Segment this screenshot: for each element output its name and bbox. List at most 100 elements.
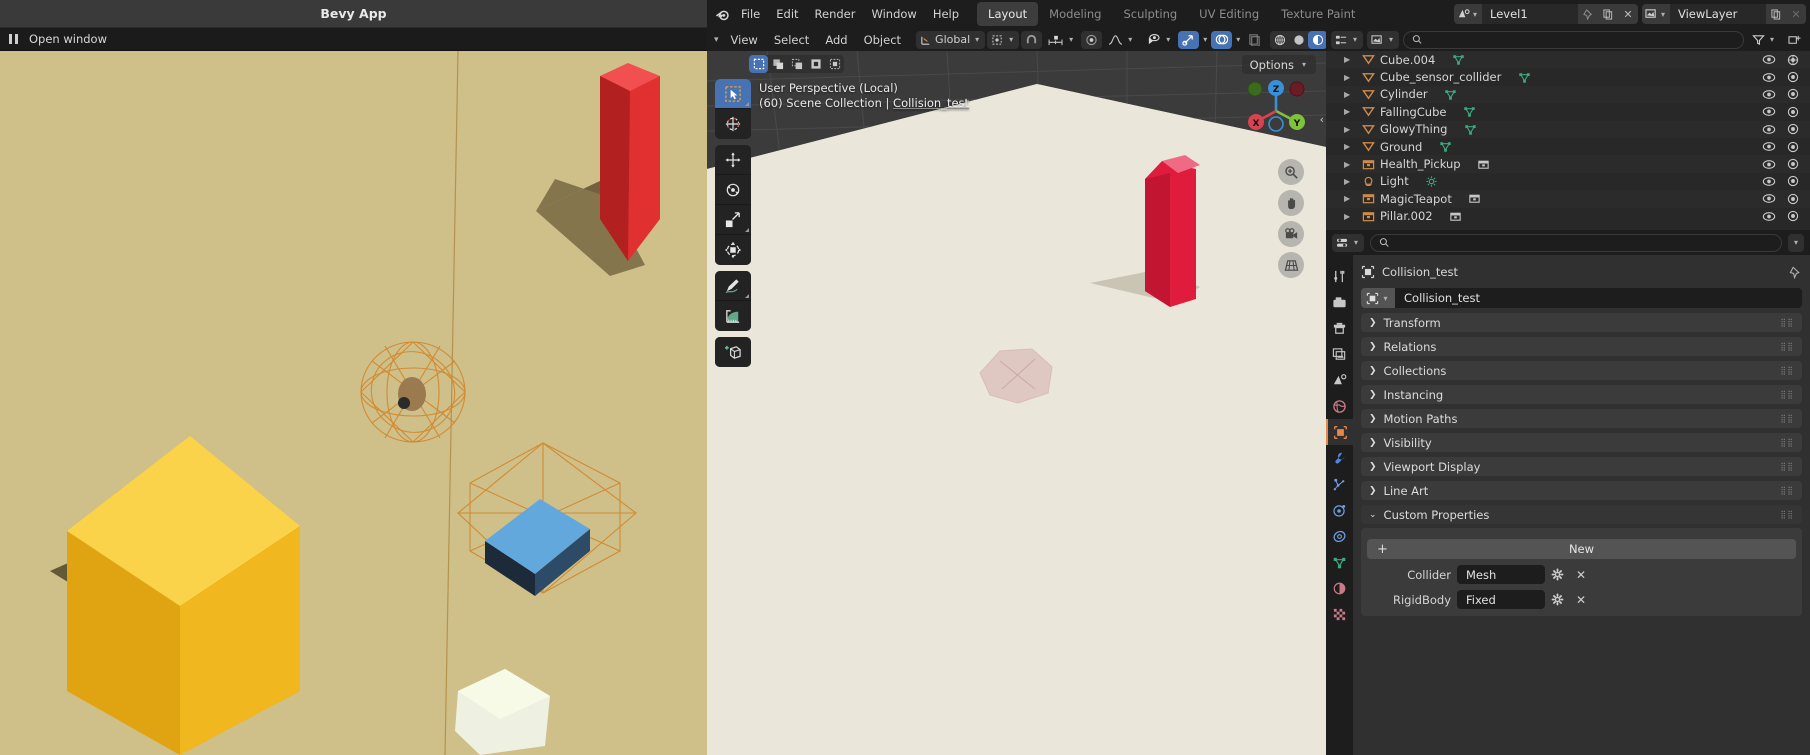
x-icon[interactable]: ✕ xyxy=(1573,568,1589,582)
snap-toggle[interactable] xyxy=(1021,30,1043,49)
pause-icon[interactable] xyxy=(8,33,20,45)
snap-increment-icon[interactable]: ▾ xyxy=(1044,31,1079,49)
outliner-row-cube-004[interactable]: ▶ Cube.004 xyxy=(1326,51,1810,69)
x-icon[interactable]: ✕ xyxy=(1573,593,1589,607)
render-camera-icon[interactable] xyxy=(1786,175,1800,187)
vp-menu-object[interactable]: Object xyxy=(857,31,908,49)
snap-target-dropdown[interactable]: ▾ xyxy=(987,30,1020,49)
render-camera-icon[interactable] xyxy=(1786,54,1800,66)
properties-editor-type-icon[interactable]: ▾ xyxy=(1332,233,1365,252)
custom-property-value[interactable]: Fixed xyxy=(1457,590,1545,609)
panel-visibility[interactable]: ❯ Visibility ⣿⣿ xyxy=(1361,433,1802,452)
bevy-game-viewport[interactable] xyxy=(0,51,707,755)
render-camera-icon[interactable] xyxy=(1786,71,1800,83)
editor-type-icon[interactable]: ▾ xyxy=(711,35,722,45)
camera-view-icon[interactable] xyxy=(1278,221,1304,247)
viewport-navigation-gizmo[interactable]: Z Y X xyxy=(1240,75,1312,147)
scale-tool[interactable] xyxy=(715,205,751,235)
scene-icon[interactable]: ▾ xyxy=(1454,4,1482,24)
disclosure-triangle-icon[interactable]: ▶ xyxy=(1344,73,1358,82)
vp-menu-view[interactable]: View xyxy=(724,31,765,49)
tool-tab[interactable] xyxy=(1326,263,1353,289)
render-camera-icon[interactable] xyxy=(1786,123,1800,135)
disclosure-triangle-icon[interactable]: ▶ xyxy=(1344,55,1358,64)
add-cube-tool[interactable] xyxy=(715,337,751,367)
menu-file[interactable]: File xyxy=(733,4,768,24)
disclosure-triangle-icon[interactable]: ▶ xyxy=(1344,142,1358,151)
material-tab[interactable] xyxy=(1326,575,1353,601)
visibility-eye-icon[interactable] xyxy=(1762,176,1776,187)
render-tab[interactable] xyxy=(1326,289,1353,315)
render-camera-icon[interactable] xyxy=(1786,210,1800,222)
pin-icon[interactable] xyxy=(1578,4,1598,24)
outliner-row-glowything[interactable]: ▶ GlowyThing xyxy=(1326,120,1810,138)
scene-name[interactable]: Level1 xyxy=(1482,4,1578,24)
outliner-tree[interactable]: ▶ Cube.004 ▶ Cube_sensor_collider ▶ Cyli… xyxy=(1326,51,1810,230)
viewlayer-tab[interactable] xyxy=(1326,341,1353,367)
visibility-eye-icon[interactable] xyxy=(1762,193,1776,204)
viewlayer-icon[interactable]: ▾ xyxy=(1642,4,1670,24)
visibility-eye-icon[interactable] xyxy=(1762,106,1776,117)
overlays-toggle[interactable] xyxy=(1211,30,1233,49)
vp-menu-add[interactable]: Add xyxy=(818,31,854,49)
measure-tool[interactable] xyxy=(715,301,751,331)
visibility-dropdown[interactable]: ▾ xyxy=(1142,31,1176,49)
select-mode-intersect[interactable] xyxy=(825,55,844,73)
properties-search-box[interactable] xyxy=(1370,233,1782,252)
render-camera-icon[interactable] xyxy=(1786,158,1800,170)
tweak-select-box-tool[interactable] xyxy=(715,79,751,109)
render-camera-icon[interactable] xyxy=(1786,193,1800,205)
disclosure-triangle-icon[interactable]: ▶ xyxy=(1344,107,1358,116)
select-mode-invert[interactable] xyxy=(806,55,825,73)
gizmo-toggle[interactable] xyxy=(1178,30,1200,49)
gear-icon[interactable] xyxy=(1551,593,1567,606)
gizmo-dropdown-chevron[interactable]: ▾ xyxy=(1201,35,1209,44)
tab-texture-paint[interactable]: Texture Paint xyxy=(1270,2,1366,26)
visibility-eye-icon[interactable] xyxy=(1762,89,1776,100)
menu-edit[interactable]: Edit xyxy=(768,4,806,24)
viewlayer-selector[interactable]: ▾ ViewLayer ✕ xyxy=(1642,4,1806,24)
overlays-dropdown-chevron[interactable]: ▾ xyxy=(1234,35,1242,44)
outliner-display-mode-icon[interactable]: ▾ xyxy=(1331,30,1364,49)
annotate-tool[interactable] xyxy=(715,271,751,301)
outliner-filter-id-icon[interactable]: ▾ xyxy=(1367,30,1400,49)
panel-motion-paths[interactable]: ❯ Motion Paths ⣿⣿ xyxy=(1361,409,1802,428)
cursor-tool[interactable] xyxy=(715,109,751,139)
new-custom-property-button[interactable]: + New xyxy=(1367,539,1796,559)
object-name-field[interactable]: Collision_test xyxy=(1395,288,1802,308)
vp-menu-select[interactable]: Select xyxy=(767,31,816,49)
open-window-menu[interactable]: Open window xyxy=(29,32,107,46)
outliner-search-box[interactable] xyxy=(1403,30,1744,49)
modifier-tab[interactable] xyxy=(1326,445,1353,471)
outliner-row-health-pickup[interactable]: ▶ Health_Pickup xyxy=(1326,155,1810,173)
shading-material-preview[interactable] xyxy=(1308,30,1328,49)
select-mode-subtract[interactable] xyxy=(787,55,806,73)
outliner-row-cube-sensor-collider[interactable]: ▶ Cube_sensor_collider xyxy=(1326,68,1810,85)
data-tab[interactable] xyxy=(1326,549,1353,575)
panel-relations[interactable]: ❯ Relations ⣿⣿ xyxy=(1361,337,1802,356)
viewlayer-name[interactable]: ViewLayer xyxy=(1670,4,1766,24)
render-camera-icon[interactable] xyxy=(1786,88,1800,100)
physics-tab[interactable] xyxy=(1326,497,1353,523)
close-scene-icon[interactable]: ✕ xyxy=(1618,4,1638,24)
pin-icon[interactable] xyxy=(1789,266,1802,279)
outliner-row-ground[interactable]: ▶ Ground xyxy=(1326,138,1810,155)
disclosure-triangle-icon[interactable]: ▶ xyxy=(1344,177,1358,186)
select-mode-set[interactable] xyxy=(749,55,768,73)
close-viewlayer-icon[interactable]: ✕ xyxy=(1786,4,1806,24)
constraints-tab[interactable] xyxy=(1326,523,1353,549)
texture-tab[interactable] xyxy=(1326,601,1353,627)
new-collection-icon[interactable] xyxy=(1784,31,1805,49)
viewport-sidebar-toggle[interactable]: ‹ xyxy=(1320,113,1324,126)
tab-uv-editing[interactable]: UV Editing xyxy=(1188,2,1270,26)
orthographic-toggle-icon[interactable] xyxy=(1278,252,1304,278)
blender-logo-icon[interactable] xyxy=(711,4,733,24)
render-camera-icon[interactable] xyxy=(1786,106,1800,118)
panel-transform[interactable]: ❯ Transform ⣿⣿ xyxy=(1361,313,1802,332)
output-tab[interactable] xyxy=(1326,315,1353,341)
proportional-edit-toggle[interactable] xyxy=(1081,30,1103,49)
falloff-curve-icon[interactable]: ▾ xyxy=(1104,31,1138,49)
properties-options-chevron[interactable]: ▾ xyxy=(1787,233,1804,252)
shading-solid[interactable] xyxy=(1289,31,1308,49)
disclosure-triangle-icon[interactable]: ▶ xyxy=(1344,90,1358,99)
